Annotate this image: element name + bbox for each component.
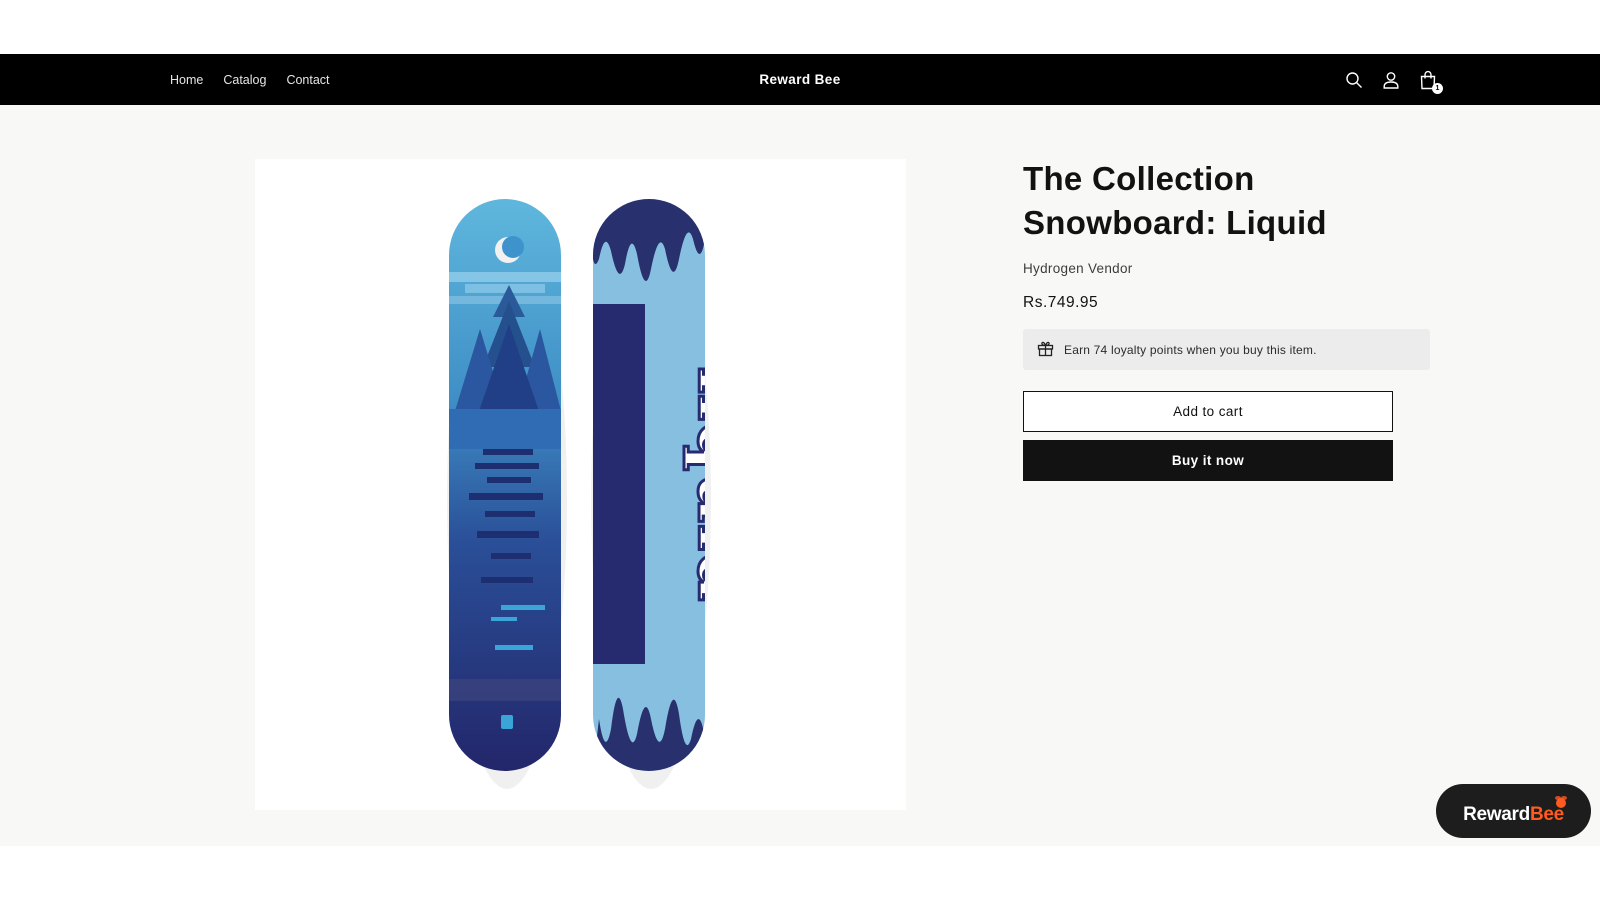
nav-catalog-link[interactable]: Catalog bbox=[223, 73, 266, 87]
reward-bee-launcher[interactable]: RewardBee bbox=[1436, 784, 1591, 838]
account-icon[interactable] bbox=[1381, 70, 1401, 90]
store-logo-link[interactable]: Reward Bee bbox=[759, 72, 840, 87]
top-margin bbox=[0, 0, 1600, 54]
product-info: The Collection Snowboard: Liquid Hydroge… bbox=[1023, 157, 1443, 481]
loyalty-text: Earn 74 loyalty points when you buy this… bbox=[1064, 342, 1317, 357]
nav-home-link[interactable]: Home bbox=[170, 73, 203, 87]
search-icon[interactable] bbox=[1344, 70, 1364, 90]
snowboard-image: liquid bbox=[447, 199, 767, 789]
cart-count-badge: 1 bbox=[1432, 82, 1443, 94]
loyalty-points-banner: Earn 74 loyalty points when you buy this… bbox=[1023, 329, 1430, 370]
product-vendor: Hydrogen Vendor bbox=[1023, 261, 1133, 276]
product-title: The Collection Snowboard: Liquid bbox=[1023, 160, 1327, 241]
buy-now-button[interactable]: Buy it now bbox=[1023, 440, 1393, 481]
reward-bee-logo: RewardBee bbox=[1463, 804, 1564, 825]
nav-contact-link[interactable]: Contact bbox=[286, 73, 329, 87]
board-graphic-text: liquid bbox=[682, 366, 767, 601]
add-to-cart-button[interactable]: Add to cart bbox=[1023, 391, 1393, 432]
bottom-margin bbox=[0, 846, 1600, 900]
product-image[interactable]: liquid bbox=[255, 159, 906, 810]
product-price: Rs.749.95 bbox=[1023, 294, 1099, 311]
product-page: liquid The Collection Snowboard: Liquid … bbox=[0, 105, 1600, 846]
header-icons: 1 bbox=[1344, 54, 1443, 105]
bee-icon bbox=[1552, 793, 1570, 816]
gift-icon bbox=[1037, 340, 1054, 360]
site-header: Home Catalog Contact Reward Bee 1 bbox=[0, 54, 1600, 105]
main-nav: Home Catalog Contact bbox=[170, 54, 330, 105]
cart-icon[interactable]: 1 bbox=[1418, 70, 1443, 94]
